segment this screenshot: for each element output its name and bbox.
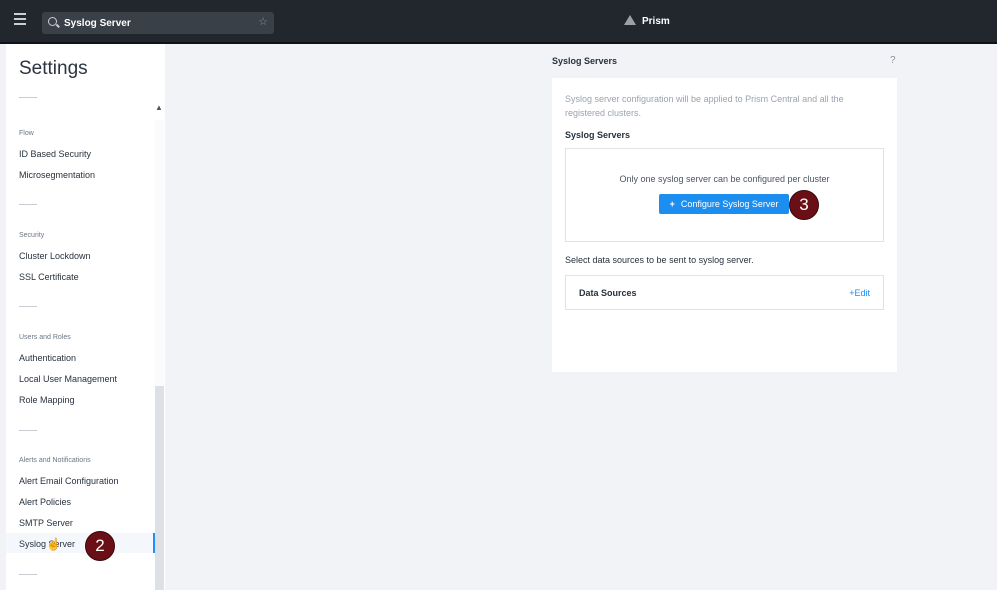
- divider: [19, 97, 37, 98]
- sidebar-item-cluster-lockdown[interactable]: Cluster Lockdown: [19, 251, 91, 261]
- sidebar-item-alert-policies[interactable]: Alert Policies: [19, 497, 71, 507]
- section-heading-users-and-roles: Users and Roles: [19, 334, 71, 341]
- chevron-up-icon[interactable]: ▲: [155, 103, 163, 112]
- sidebar-item-id-based-security[interactable]: ID Based Security: [19, 149, 91, 159]
- panel-description: Syslog server configuration will be appl…: [565, 94, 844, 118]
- brand: Prism: [624, 15, 670, 27]
- section-title: Syslog Servers: [565, 130, 631, 140]
- step-badge-2: 2: [85, 531, 115, 561]
- brand-label: Prism: [642, 16, 670, 27]
- configure-button-label: Configure Syslog Server: [680, 199, 779, 209]
- top-bar: ☆ Prism: [0, 0, 997, 44]
- sidebar-title: Settings: [19, 58, 88, 79]
- section-heading-security: Security: [19, 232, 45, 239]
- configure-syslog-server-button[interactable]: + Configure Syslog Server: [659, 194, 789, 214]
- step-badge-3: 3: [789, 190, 819, 220]
- data-sources-label: Data Sources: [579, 288, 637, 298]
- divider: [19, 204, 37, 205]
- data-sources-row: Data Sources +Edit: [565, 275, 884, 310]
- hand-cursor-icon: ☝: [46, 537, 61, 551]
- sidebar-item-alert-email-configuration[interactable]: Alert Email Configuration: [19, 476, 119, 486]
- search-input[interactable]: [64, 15, 244, 31]
- sidebar-item-local-user-management[interactable]: Local User Management: [19, 374, 117, 384]
- divider: [19, 306, 37, 307]
- search-box[interactable]: ☆: [42, 12, 274, 34]
- sidebar-item-role-mapping[interactable]: Role Mapping: [19, 395, 75, 405]
- page-title: Syslog Servers: [552, 56, 618, 66]
- divider: [19, 430, 37, 431]
- sidebar-item-ssl-certificate[interactable]: SSL Certificate: [19, 272, 79, 282]
- sidebar-item-authentication[interactable]: Authentication: [19, 353, 76, 363]
- syslog-panel: Syslog server configuration will be appl…: [552, 78, 897, 372]
- config-note: Only one syslog server can be configured…: [619, 174, 830, 184]
- sidebar-item-smtp-server[interactable]: SMTP Server: [19, 518, 73, 528]
- settings-sidebar: Settings ▲ Flow ID Based Security Micros…: [6, 44, 165, 590]
- divider: [19, 574, 37, 575]
- syslog-servers-box: Only one syslog server can be configured…: [565, 148, 884, 242]
- hamburger-menu-icon[interactable]: [14, 13, 26, 28]
- section-heading-flow: Flow: [19, 130, 34, 137]
- help-icon[interactable]: ?: [890, 55, 896, 66]
- section-heading-alerts-and-notifications: Alerts and Notifications: [19, 457, 91, 464]
- search-icon: [48, 17, 57, 26]
- prism-logo-icon: [624, 15, 636, 25]
- edit-data-sources-link[interactable]: +Edit: [849, 288, 870, 298]
- scrollbar-thumb[interactable]: [155, 386, 164, 590]
- star-icon[interactable]: ☆: [258, 15, 268, 28]
- sidebar-item-microsegmentation[interactable]: Microsegmentation: [19, 170, 95, 180]
- data-sources-instruction: Select data sources to be sent to syslog…: [565, 255, 754, 265]
- plus-icon: +: [669, 199, 675, 209]
- active-indicator: [153, 533, 155, 553]
